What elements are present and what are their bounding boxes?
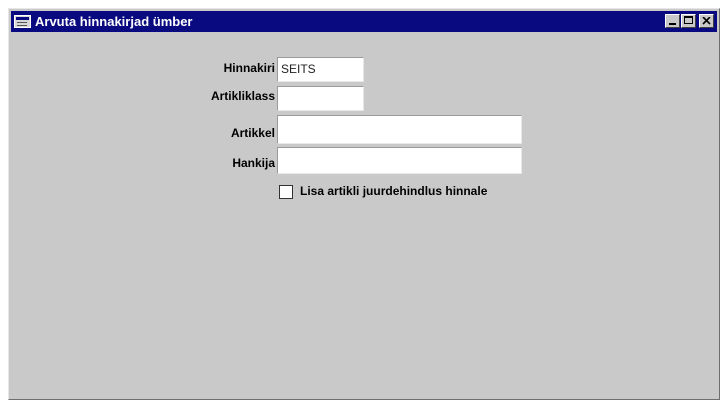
window-icon[interactable] [14, 15, 31, 28]
price-list-input[interactable]: SEITS [277, 57, 364, 82]
title-bar[interactable]: Arvuta hinnakirjad ümber [11, 11, 717, 32]
markup-checkbox-label[interactable]: Lisa artikli juurdehindlus hinnale [300, 184, 487, 198]
item-input[interactable] [277, 115, 522, 144]
minimize-button[interactable] [665, 14, 680, 28]
item-class-label: Artikliklass [210, 89, 275, 103]
window-title: Arvuta hinnakirjad ümber [35, 14, 193, 29]
markup-checkbox[interactable] [279, 185, 293, 199]
item-label: Artikkel [230, 126, 275, 140]
maximize-button[interactable] [681, 14, 696, 28]
dialog-window: Arvuta hinnakirjad ümber Hinnakiri SEITS… [8, 8, 720, 400]
item-class-input[interactable] [277, 86, 364, 111]
close-icon [702, 17, 711, 25]
close-button[interactable] [699, 14, 714, 28]
supplier-input[interactable] [277, 147, 522, 174]
price-list-label: Hinnakiri [223, 61, 275, 75]
supplier-label: Hankija [232, 156, 275, 170]
